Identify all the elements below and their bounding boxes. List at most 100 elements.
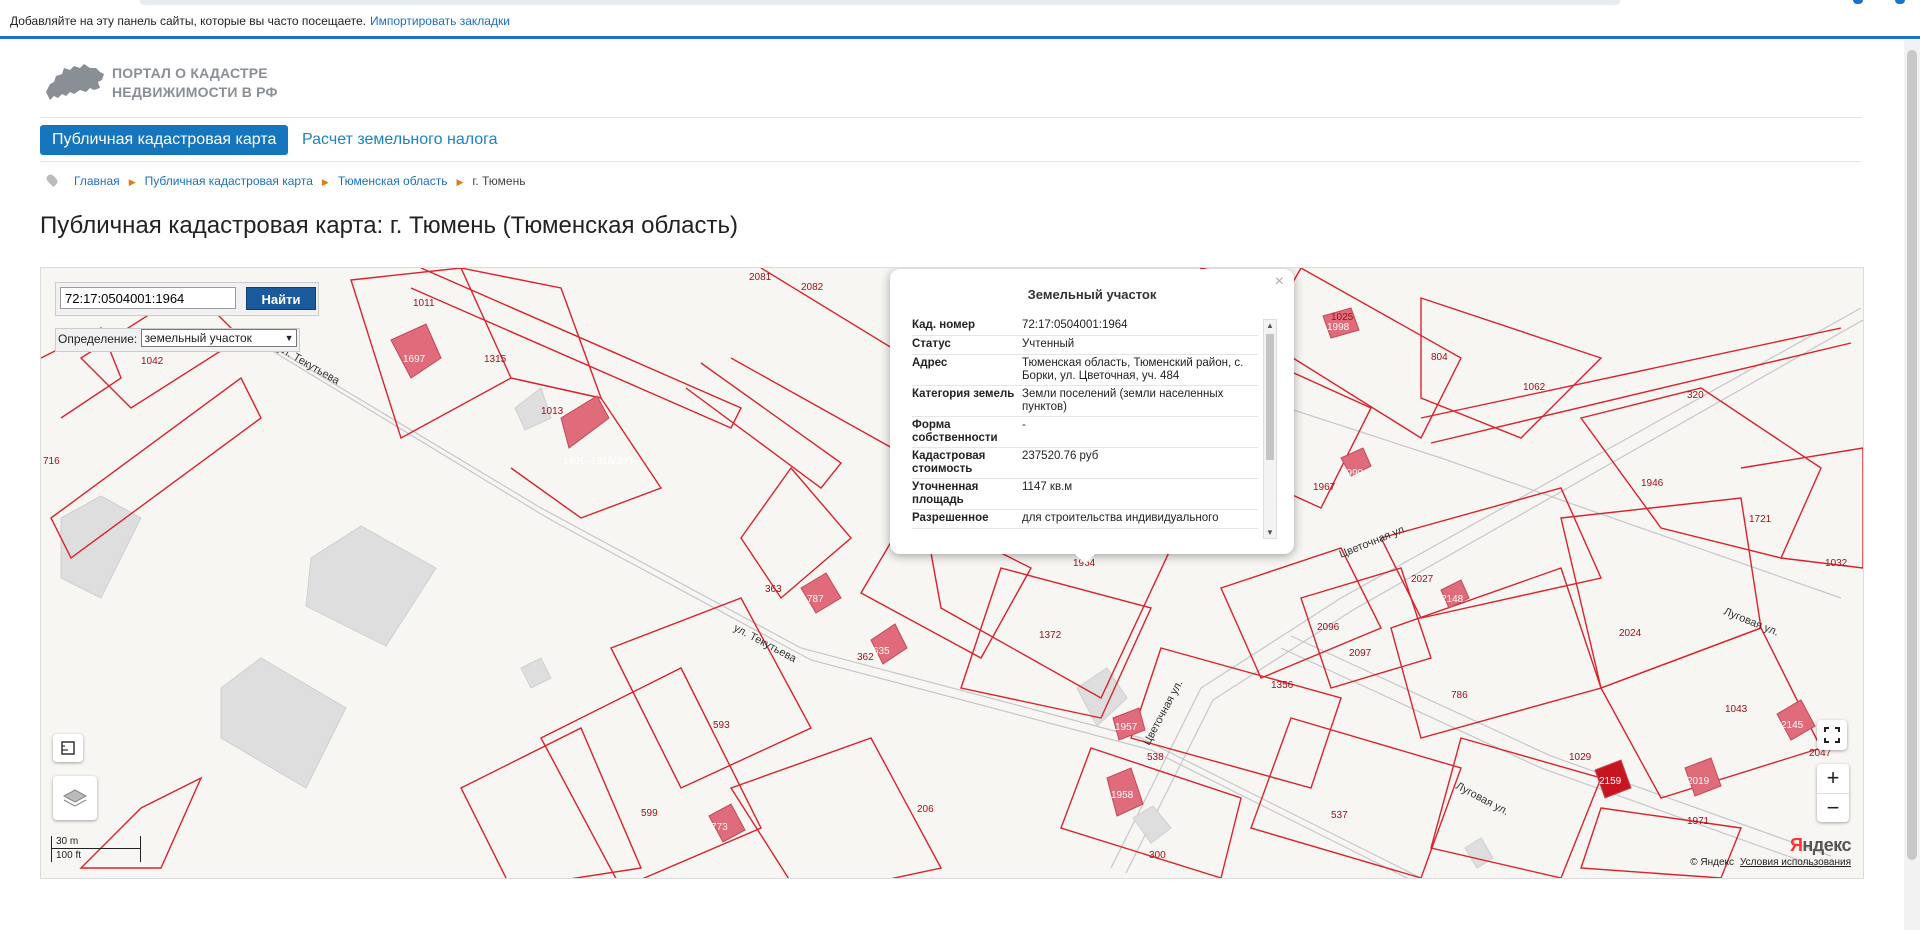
popup-scrollbar[interactable]: ▲ ▼	[1263, 319, 1277, 539]
parcel-label: 2081	[749, 272, 772, 283]
parcel-label: 593	[713, 720, 730, 731]
map-scale: 30 m 100 ft	[51, 836, 141, 862]
chevron-right-icon: ▶	[321, 177, 329, 187]
popup-row: Адрес Тюменская область, Тюменский район,…	[912, 355, 1258, 386]
parcel-label: 2027	[1411, 574, 1434, 585]
parcel-label: 362	[857, 652, 874, 663]
parcel-label: 1043	[1725, 704, 1748, 715]
site-logo[interactable]: ПОРТАЛ О КАДАСТРЕ НЕДВИЖИМОСТИ В РФ	[44, 60, 304, 110]
cadastral-number-input[interactable]	[60, 287, 236, 309]
parcel-label: 1372	[1039, 630, 1062, 641]
layers-button[interactable]	[53, 776, 97, 820]
parcel-label: 1062	[1523, 382, 1546, 393]
parcel-label: 363	[765, 584, 782, 595]
page-title: Публичная кадастровая карта: г. Тюмень (…	[40, 212, 738, 239]
bookmarks-hint: Добавляйте на эту панель сайты, которые …	[10, 14, 510, 28]
find-button[interactable]: Найти	[246, 287, 316, 310]
divider	[40, 117, 1862, 118]
building-label: 2019	[1687, 776, 1710, 787]
definition-select[interactable]: земельный участок ▼	[140, 329, 297, 347]
breadcrumb-current: г. Тюмень	[472, 174, 526, 188]
parcel-label: 1356	[1271, 680, 1294, 691]
building-label: 1958	[1111, 790, 1134, 801]
building-label: 1697	[403, 354, 426, 365]
page-scrollbar[interactable]	[1904, 40, 1920, 930]
parcel-label: 804	[1431, 352, 1448, 363]
parcel-label: 1032	[1825, 558, 1848, 569]
building-label: 2148	[1441, 594, 1464, 605]
parcel-label: 1967	[1313, 482, 1336, 493]
building-label: 787	[807, 594, 824, 605]
parcel-label: 786	[1451, 690, 1468, 701]
parcel-label: 206	[917, 804, 934, 815]
popup-row: Уточненная площадь 1147 кв.м	[912, 479, 1258, 510]
fullscreen-icon	[1824, 727, 1840, 743]
popup-row: Разрешенное для строительства индивидуаль…	[912, 510, 1258, 529]
address-bar-edge	[140, 0, 1620, 5]
parcel-label: 2082	[801, 282, 824, 293]
chevron-down-icon: ▼	[284, 333, 294, 343]
parcel-label: 1011	[413, 298, 435, 309]
terms-link[interactable]: Условия использования	[1740, 857, 1851, 868]
ruler-icon	[61, 741, 75, 755]
parcel-label: 1042	[141, 356, 164, 367]
building-label: 635	[873, 646, 890, 657]
chevron-right-icon: ▶	[128, 177, 136, 187]
ruler-button[interactable]	[53, 734, 83, 762]
building-label: 1957	[1115, 722, 1138, 733]
popup-row: Категория земель Земли поселений (земли н…	[912, 386, 1258, 417]
building-label: 1998	[1327, 322, 1350, 333]
parcel-label: 1013	[541, 406, 564, 417]
popup-row: Кад. номер 72:17:0504001:1964	[912, 317, 1258, 336]
parcel-label: 320	[1687, 390, 1704, 401]
popup-row: Форма собственности -	[912, 417, 1258, 448]
parcel-label: 1315	[484, 354, 507, 365]
building-label: 1999	[1341, 468, 1364, 479]
scale-feet: 100 ft	[56, 850, 82, 861]
parcel-label: 1029	[1569, 752, 1592, 763]
tab-land-tax[interactable]: Расчет земельного налога	[302, 125, 498, 155]
scroll-down-icon[interactable]: ▼	[1264, 528, 1276, 537]
logo-line-1: ПОРТАЛ О КАДАСТРЕ	[112, 65, 268, 81]
cadastral-map[interactable]: 2081 2082 1011 1315 1013 1042 716 1025 8…	[40, 267, 1864, 879]
building-label: 1901–1918/300	[563, 456, 633, 467]
definition-row: Определение: земельный участок ▼	[55, 328, 300, 352]
zoom-control: + −	[1817, 764, 1849, 822]
breadcrumb-region[interactable]: Тюменская область	[338, 174, 448, 188]
location-pin-icon	[44, 172, 60, 188]
zoom-in-button[interactable]: +	[1817, 764, 1849, 794]
zoom-out-button[interactable]: −	[1817, 794, 1849, 823]
cadastral-search: Найти	[55, 282, 319, 316]
scroll-up-icon[interactable]: ▲	[1264, 321, 1276, 330]
fullscreen-button[interactable]	[1817, 720, 1847, 750]
building-label: 2145	[1781, 720, 1804, 731]
breadcrumb-map[interactable]: Публичная кадастровая карта	[145, 174, 313, 188]
popup-row: Статус Учтенный	[912, 336, 1258, 355]
parcel-label: 716	[43, 456, 60, 467]
popup-title: Земельный участок	[1027, 287, 1157, 302]
tab-cadastral-map[interactable]: Публичная кадастровая карта	[40, 125, 289, 155]
yandex-logo[interactable]: Яндекс	[1790, 835, 1852, 856]
layers-icon	[62, 789, 88, 807]
definition-label: Определение:	[58, 332, 138, 346]
building-label: 2159	[1599, 776, 1622, 787]
logo-line-2: НЕДВИЖИМОСТИ В РФ	[112, 84, 278, 100]
breadcrumb: Главная ▶ Публичная кадастровая карта ▶ Тюме…	[44, 172, 526, 188]
popup-rows[interactable]: Кад. номер 72:17:0504001:1964 Статус Учтен…	[912, 317, 1258, 537]
scrollbar-thumb[interactable]	[1907, 50, 1917, 860]
parcel-label: 1721	[1749, 514, 1772, 525]
bookmarks-bar: Добавляйте на эту панель сайты, которые …	[0, 0, 1920, 39]
scrollbar-thumb[interactable]	[1266, 334, 1274, 460]
parcel-label: 2096	[1317, 622, 1340, 633]
import-bookmarks-link[interactable]: Импортировать закладки	[370, 14, 510, 28]
map-copyright: © Яндекс Условия использования	[1690, 857, 1851, 868]
parcel-label: 1971	[1687, 816, 1710, 827]
parcel-label: 2097	[1349, 648, 1372, 659]
popup-pointer	[1075, 554, 1095, 564]
scale-meters: 30 m	[56, 836, 79, 847]
parcel-label: 1946	[1641, 478, 1664, 489]
divider	[40, 161, 1862, 162]
breadcrumb-home[interactable]: Главная	[74, 174, 120, 188]
parcel-label: 300	[1149, 850, 1166, 861]
parcel-info-popup: × Земельный участок Кад. номер 72:17:0504…	[890, 269, 1294, 564]
